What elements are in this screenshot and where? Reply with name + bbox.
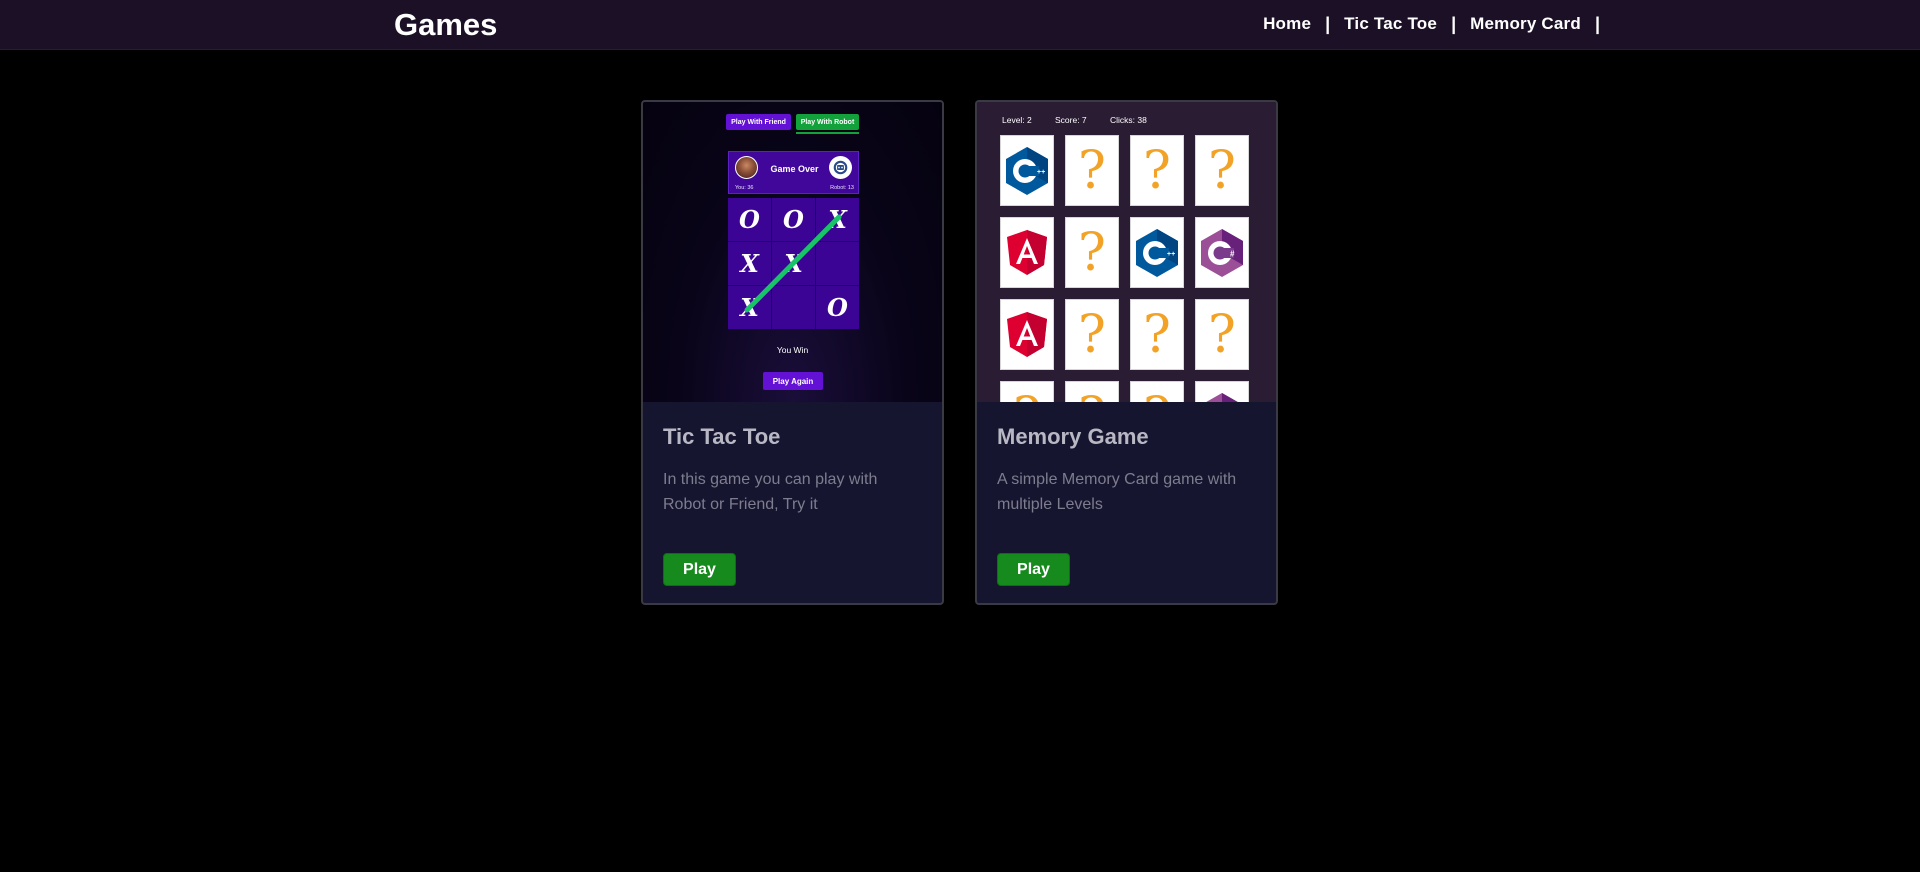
play-with-robot-button: Play With Robot	[796, 114, 859, 130]
cpp-logo-card-icon: ++	[1130, 217, 1184, 288]
nav-separator: |	[1594, 14, 1600, 34]
card-title: Tic Tac Toe	[663, 424, 781, 449]
card-description: A simple Memory Card game with multiple …	[997, 471, 1237, 513]
nav-separator: |	[1325, 14, 1331, 34]
active-mode-underline	[796, 132, 859, 134]
board-cell: O	[772, 198, 815, 241]
svg-text:++: ++	[1037, 169, 1045, 176]
game-result: You Win	[776, 345, 809, 355]
player-score: You: 36	[735, 185, 754, 191]
question-mark-card-icon: ?	[1195, 299, 1249, 370]
ttt-scorebar: Game Over You: 36 Robot: 13	[728, 151, 859, 194]
card-description: In this game you can play with Robot or …	[663, 471, 878, 513]
nav-separator: |	[1451, 14, 1457, 34]
card-body: Memory Game A simple Memory Card game wi…	[977, 402, 1276, 603]
board-cell: X	[816, 198, 859, 241]
angular-logo-card-icon	[1000, 299, 1054, 370]
robot-score: Robot: 13	[830, 185, 854, 191]
question-mark-card-icon: ?	[1065, 135, 1119, 206]
board-cell	[816, 242, 859, 285]
question-mark-card-icon: ?	[1130, 299, 1184, 370]
level-label: Level: 2	[1002, 115, 1032, 125]
board-cell: O	[816, 286, 859, 329]
play-with-friend-button: Play With Friend	[726, 114, 791, 130]
card-title: Memory Game	[997, 424, 1149, 449]
csharp-logo-card-icon: #	[1195, 217, 1249, 288]
board-cell: X	[772, 242, 815, 285]
play-again-button: Play Again	[763, 372, 823, 390]
card-body: Tic Tac Toe In this game you can play wi…	[643, 402, 942, 603]
svg-text:#: #	[1230, 249, 1235, 258]
nav-tic-tac-toe[interactable]: Tic Tac Toe	[1344, 14, 1437, 34]
score-label: Score: 7	[1055, 115, 1087, 125]
brand-title[interactable]: Games	[394, 8, 497, 42]
board-cell: X	[728, 242, 771, 285]
tic-tac-toe-preview-image: Play With Friend Play With Robot Game Ov…	[643, 102, 942, 402]
navbar: Games Home | Tic Tac Toe | Memory Card |	[0, 0, 1920, 50]
question-mark-card-icon: ?	[1000, 381, 1054, 402]
nav-home[interactable]: Home	[1263, 14, 1311, 34]
play-tic-tac-toe-button[interactable]: Play	[663, 553, 736, 586]
board-cell	[772, 286, 815, 329]
nav-menu: Home | Tic Tac Toe | Memory Card |	[1263, 14, 1600, 34]
question-mark-card-icon: ?	[1065, 217, 1119, 288]
svg-text:++: ++	[1167, 251, 1175, 258]
play-memory-game-button[interactable]: Play	[997, 553, 1070, 586]
nav-memory-card[interactable]: Memory Card	[1470, 14, 1581, 34]
tic-tac-toe-board: OOXXXXO	[728, 198, 859, 329]
game-status: Game Over	[770, 164, 819, 174]
cpp-logo-card-icon: ++	[1000, 135, 1054, 206]
question-mark-card-icon: ?	[1195, 135, 1249, 206]
board-cell: O	[728, 198, 771, 241]
board-cell: X	[728, 286, 771, 329]
question-mark-card-icon: ?	[1065, 381, 1119, 402]
memory-game-preview-image: Level: 2 Score: 7 Clicks: 38 ++???? ++ #??…	[977, 102, 1276, 402]
question-mark-card-icon: ?	[1065, 299, 1119, 370]
game-card-tic-tac-toe: Play With Friend Play With Robot Game Ov…	[641, 100, 944, 605]
question-mark-card-icon: ?	[1130, 135, 1184, 206]
game-card-memory: Level: 2 Score: 7 Clicks: 38 ++???? ++ #??…	[975, 100, 1278, 605]
clicks-label: Clicks: 38	[1110, 115, 1147, 125]
csharp-logo-card-icon: #	[1195, 381, 1249, 402]
angular-logo-card-icon	[1000, 217, 1054, 288]
question-mark-card-icon: ?	[1130, 381, 1184, 402]
